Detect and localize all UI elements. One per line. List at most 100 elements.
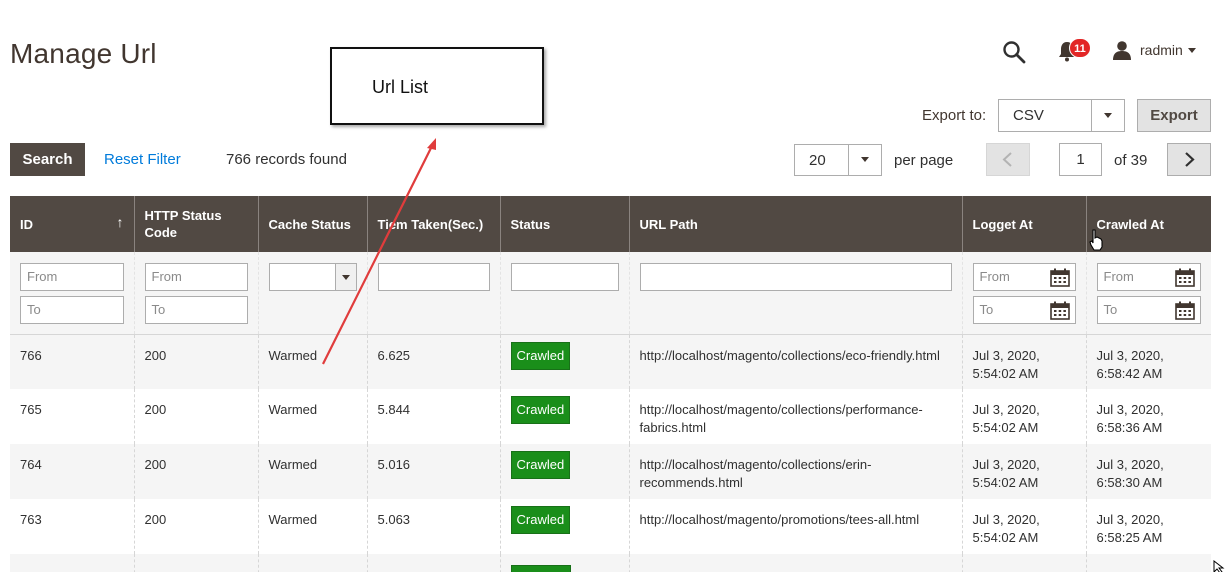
table-row[interactable]: 764 200 Warmed 5.016 Crawled http://loca… xyxy=(10,444,1211,499)
calendar-icon[interactable] xyxy=(1175,268,1195,287)
chevron-down-icon[interactable] xyxy=(848,145,881,175)
id-from-input[interactable]: From xyxy=(20,263,124,291)
table-row[interactable]: 766 200 Warmed 6.625 Crawled http://loca… xyxy=(10,334,1211,389)
calendar-icon[interactable] xyxy=(1049,301,1070,320)
cell-status xyxy=(499,554,629,572)
cell-time-taken: 5.844 xyxy=(366,389,500,444)
status-badge: Crawled xyxy=(510,506,571,534)
column-header-time-taken[interactable]: Tiem Taken(Sec.) xyxy=(366,196,500,252)
next-page-button[interactable] xyxy=(1167,143,1211,176)
previous-page-button[interactable] xyxy=(986,143,1030,176)
cell-id: 764 xyxy=(10,444,134,499)
logged-to-placeholder: To xyxy=(979,302,994,317)
chevron-right-icon xyxy=(1185,152,1195,167)
cache-status-select[interactable] xyxy=(268,263,357,291)
crawled-to-input[interactable]: To xyxy=(1096,296,1201,324)
pointer-cursor-icon xyxy=(1213,560,1225,572)
column-header-logged-at[interactable]: Logget At xyxy=(961,196,1086,252)
total-pages: of 39 xyxy=(1114,152,1148,169)
cell-status: Crawled xyxy=(499,499,629,554)
table-row[interactable]: 763 200 Warmed 5.063 Crawled http://loca… xyxy=(10,499,1211,554)
id-to-input[interactable]: To xyxy=(20,296,124,324)
http-from-input[interactable]: From xyxy=(144,263,248,291)
cell-url-path xyxy=(628,554,962,572)
export-button[interactable]: Export xyxy=(1137,99,1211,132)
crawled-from-placeholder: From xyxy=(1103,269,1134,284)
cell-time-taken: 5.016 xyxy=(366,444,500,499)
table-row-partial[interactable] xyxy=(10,554,1211,572)
user-icon[interactable] xyxy=(1112,40,1132,60)
column-header-url-path[interactable]: URL Path xyxy=(628,196,962,252)
cell-url-path: http://localhost/magento/promotions/tees… xyxy=(628,499,962,554)
cell-http-status: 200 xyxy=(133,389,258,444)
cell-id: 765 xyxy=(10,389,134,444)
filter-cell-http: From To xyxy=(133,252,258,335)
cell-cache-status: Warmed xyxy=(257,389,367,444)
search-icon[interactable] xyxy=(1002,40,1026,64)
status-badge: Crawled xyxy=(510,396,571,424)
current-page-input[interactable]: 1 xyxy=(1059,143,1102,176)
reset-filter-link[interactable]: Reset Filter xyxy=(104,151,181,168)
cell-crawled-at xyxy=(1085,554,1211,572)
cell-status: Crawled xyxy=(499,334,629,389)
logged-to-input[interactable]: To xyxy=(972,296,1076,324)
export-format-value: CSV xyxy=(1013,107,1044,124)
calendar-icon[interactable] xyxy=(1175,301,1195,320)
logged-from-input[interactable]: From xyxy=(972,263,1076,291)
cell-time-taken: 5.063 xyxy=(366,499,500,554)
annotation-arrow-head xyxy=(427,138,436,150)
annotation-callout-text: Url List xyxy=(372,77,429,97)
cell-cache-status: Warmed xyxy=(257,499,367,554)
cell-crawled-at: Jul 3, 2020, 6:58:42 AM xyxy=(1085,334,1211,389)
cell-crawled-at: Jul 3, 2020, 6:58:25 AM xyxy=(1085,499,1211,554)
records-found-count: 766 records found xyxy=(226,151,347,168)
sort-arrow-icon[interactable]: ↑ xyxy=(117,214,124,231)
per-page-select[interactable]: 20 xyxy=(794,144,882,176)
chevron-down-icon[interactable] xyxy=(1188,48,1196,53)
cell-logged-at: Jul 3, 2020, 5:54:02 AM xyxy=(961,334,1086,389)
user-name[interactable]: radmin xyxy=(1140,42,1183,58)
column-header-crawled-at[interactable]: Crawled At xyxy=(1085,196,1211,252)
status-badge: Crawled xyxy=(510,451,571,479)
search-button[interactable]: Search xyxy=(10,143,85,176)
column-header-status[interactable]: Status xyxy=(499,196,629,252)
filter-cell-status xyxy=(499,252,629,335)
cell-logged-at: Jul 3, 2020, 5:54:02 AM xyxy=(961,499,1086,554)
column-header-cache-status[interactable]: Cache Status xyxy=(257,196,367,252)
page-title: Manage Url xyxy=(10,38,157,69)
cell-cache-status: Warmed xyxy=(257,444,367,499)
cell-crawled-at: Jul 3, 2020, 6:58:36 AM xyxy=(1085,389,1211,444)
crawled-from-input[interactable]: From xyxy=(1096,263,1201,291)
cell-time-taken xyxy=(366,554,500,572)
cell-id: 766 xyxy=(10,334,134,389)
per-page-label: per page xyxy=(894,152,954,169)
table-row[interactable]: 765 200 Warmed 5.844 Crawled http://loca… xyxy=(10,389,1211,444)
url-path-input[interactable] xyxy=(639,263,952,291)
time-taken-input[interactable] xyxy=(377,263,490,291)
cell-id xyxy=(10,554,134,572)
filter-cell-cache xyxy=(257,252,367,335)
column-header-http-status[interactable]: HTTP Status Code xyxy=(133,196,258,252)
chevron-left-icon xyxy=(1002,152,1012,167)
cell-cache-status: Warmed xyxy=(257,334,367,389)
cell-logged-at: Jul 3, 2020, 5:54:02 AM xyxy=(961,444,1086,499)
notification-count-badge[interactable]: 11 xyxy=(1069,38,1091,58)
cell-url-path: http://localhost/magento/collections/eri… xyxy=(628,444,962,499)
cell-logged-at xyxy=(961,554,1086,572)
export-label: Export to: xyxy=(922,107,987,124)
column-header-id[interactable]: ID ↑ xyxy=(10,196,134,252)
annotation-callout-box: Url List xyxy=(330,47,544,125)
chevron-down-icon[interactable] xyxy=(1091,100,1124,131)
status-input[interactable] xyxy=(510,263,619,291)
cell-http-status: 200 xyxy=(133,334,258,389)
http-to-input[interactable]: To xyxy=(144,296,248,324)
status-badge-partial xyxy=(510,565,571,572)
crawled-to-placeholder: To xyxy=(1103,302,1118,317)
status-badge: Crawled xyxy=(510,341,571,370)
column-header-label: ID xyxy=(20,216,33,232)
calendar-icon[interactable] xyxy=(1049,268,1070,287)
url-grid: ID ↑ HTTP Status Code Cache Status Tiem T… xyxy=(10,196,1211,572)
filter-cell-url xyxy=(628,252,962,335)
export-format-select[interactable]: CSV xyxy=(998,99,1125,132)
cell-status: Crawled xyxy=(499,444,629,499)
